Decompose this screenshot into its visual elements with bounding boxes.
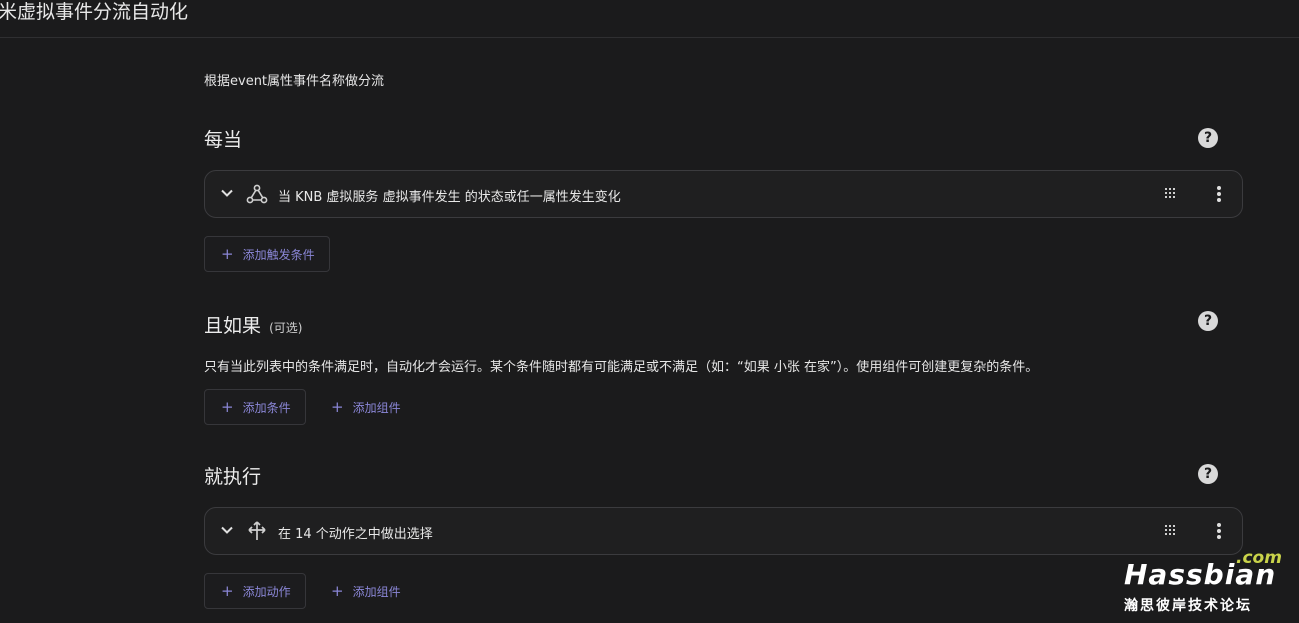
watermark-sub: 瀚思彼岸技术论坛 bbox=[1124, 598, 1252, 614]
drag-handle-icon[interactable] bbox=[1164, 187, 1176, 201]
watermark-main: Hassbian bbox=[1124, 558, 1277, 591]
add-trigger-label: 添加触发条件 bbox=[242, 248, 315, 262]
chevron-down-icon[interactable] bbox=[219, 185, 235, 201]
add-action-button[interactable]: + 添加动作 bbox=[204, 573, 306, 609]
more-vertical-icon[interactable] bbox=[1216, 185, 1222, 203]
choose-arrows-icon bbox=[248, 521, 266, 540]
conditions-description: 只有当此列表中的条件满足时，自动化才会运行。某个条件随时都有可能满足或不满足（如… bbox=[204, 360, 1039, 375]
add-block-label: 添加组件 bbox=[352, 401, 401, 415]
conditions-title-text: 且如果 bbox=[204, 315, 262, 337]
top-bar: 米虚拟事件分流自动化 bbox=[0, 0, 1299, 38]
add-condition-label: 添加条件 bbox=[242, 401, 291, 415]
page-title: 米虚拟事件分流自动化 bbox=[0, 1, 189, 23]
add-action-block-button[interactable]: + 添加组件 bbox=[314, 573, 416, 609]
actions-title: 就执行 bbox=[204, 466, 262, 488]
plus-icon: + bbox=[331, 398, 344, 416]
action-label: 在 14 个动作之中做出选择 bbox=[278, 527, 433, 542]
question-circle-icon[interactable]: ? bbox=[1198, 311, 1218, 331]
plus-icon: + bbox=[221, 582, 234, 600]
question-circle-icon[interactable]: ? bbox=[1198, 128, 1218, 148]
more-vertical-icon[interactable] bbox=[1216, 522, 1222, 540]
event-network-icon bbox=[246, 184, 268, 204]
trigger-label: 当 KNB 虚拟服务 虚拟事件发生 的状态或任一属性发生变化 bbox=[278, 190, 621, 205]
trigger-card[interactable]: 当 KNB 虚拟服务 虚拟事件发生 的状态或任一属性发生变化 bbox=[204, 170, 1243, 218]
question-circle-icon[interactable]: ? bbox=[1198, 464, 1218, 484]
chevron-down-icon[interactable] bbox=[219, 522, 235, 538]
drag-handle-icon[interactable] bbox=[1164, 524, 1176, 538]
add-action-label: 添加动作 bbox=[242, 585, 291, 599]
add-trigger-button[interactable]: + 添加触发条件 bbox=[204, 236, 330, 272]
plus-icon: + bbox=[221, 245, 234, 263]
automation-description: 根据event属性事件名称做分流 bbox=[204, 74, 385, 89]
triggers-title: 每当 bbox=[204, 129, 243, 151]
hassbian-watermark: .com Hassbian 瀚思彼岸技术论坛 bbox=[1120, 548, 1290, 616]
conditions-title: 且如果 (可选) bbox=[204, 311, 302, 338]
action-card[interactable]: 在 14 个动作之中做出选择 bbox=[204, 507, 1243, 555]
add-condition-block-button[interactable]: + 添加组件 bbox=[314, 389, 416, 425]
plus-icon: + bbox=[331, 582, 344, 600]
add-condition-button[interactable]: + 添加条件 bbox=[204, 389, 306, 425]
optional-label: (可选) bbox=[269, 321, 303, 335]
plus-icon: + bbox=[221, 398, 234, 416]
add-block-label: 添加组件 bbox=[352, 585, 401, 599]
